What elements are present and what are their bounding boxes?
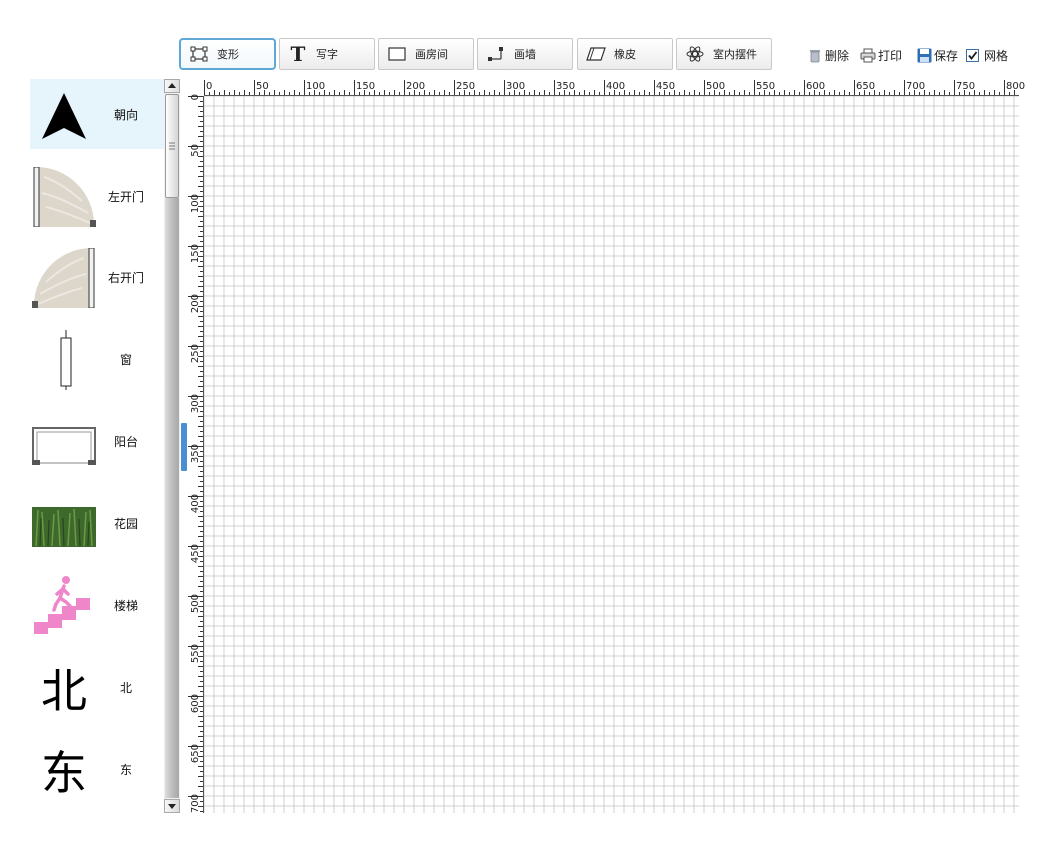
ruler-label: 150 xyxy=(190,244,201,263)
ruler-label: 350 xyxy=(190,444,201,463)
ruler-label: 600 xyxy=(190,694,201,713)
ruler-label: 350 xyxy=(556,81,575,92)
ruler-label: 400 xyxy=(190,494,201,513)
ruler-label: 100 xyxy=(306,81,325,92)
horizontal-ruler: 0 50 100 150 200 250 300 350 400 450 500 550 600 650 7… xyxy=(204,80,1025,96)
ruler-label: 700 xyxy=(190,794,201,813)
ruler-label: 400 xyxy=(606,81,625,92)
ruler-label: 100 xyxy=(190,194,201,213)
ruler-label: 750 xyxy=(956,81,975,92)
ruler-label: 550 xyxy=(756,81,775,92)
ruler-label: 50 xyxy=(256,81,269,92)
ruler-label: 0 xyxy=(206,81,212,92)
ruler-label: 50 xyxy=(190,144,201,157)
drawing-canvas[interactable]: 0 50 100 150 200 250 300 350 400 450 500 550 600 650 7… xyxy=(0,0,1059,841)
ruler-label: 500 xyxy=(706,81,725,92)
ruler-label: 300 xyxy=(506,81,525,92)
ruler-label: 550 xyxy=(190,644,201,663)
ruler-label: 450 xyxy=(656,81,675,92)
ruler-label: 250 xyxy=(456,81,475,92)
ruler-label: 0 xyxy=(190,94,201,100)
ruler-label: 700 xyxy=(906,81,925,92)
ruler-label: 800 xyxy=(1006,81,1025,92)
ruler-label: 200 xyxy=(406,81,425,92)
ruler-label: 250 xyxy=(190,344,201,363)
ruler-label: 200 xyxy=(190,294,201,313)
ruler-label: 650 xyxy=(190,744,201,763)
vertical-ruler: 0 50 100 150 200 250 300 350 400 450 500 550 600 650 7… xyxy=(188,94,204,813)
grid-lines xyxy=(203,95,1019,813)
ruler-label: 650 xyxy=(856,81,875,92)
ruler-label: 600 xyxy=(806,81,825,92)
ruler-label: 150 xyxy=(356,81,375,92)
ruler-label: 450 xyxy=(190,544,201,563)
ruler-label: 300 xyxy=(190,394,201,413)
ruler-label: 500 xyxy=(190,594,201,613)
